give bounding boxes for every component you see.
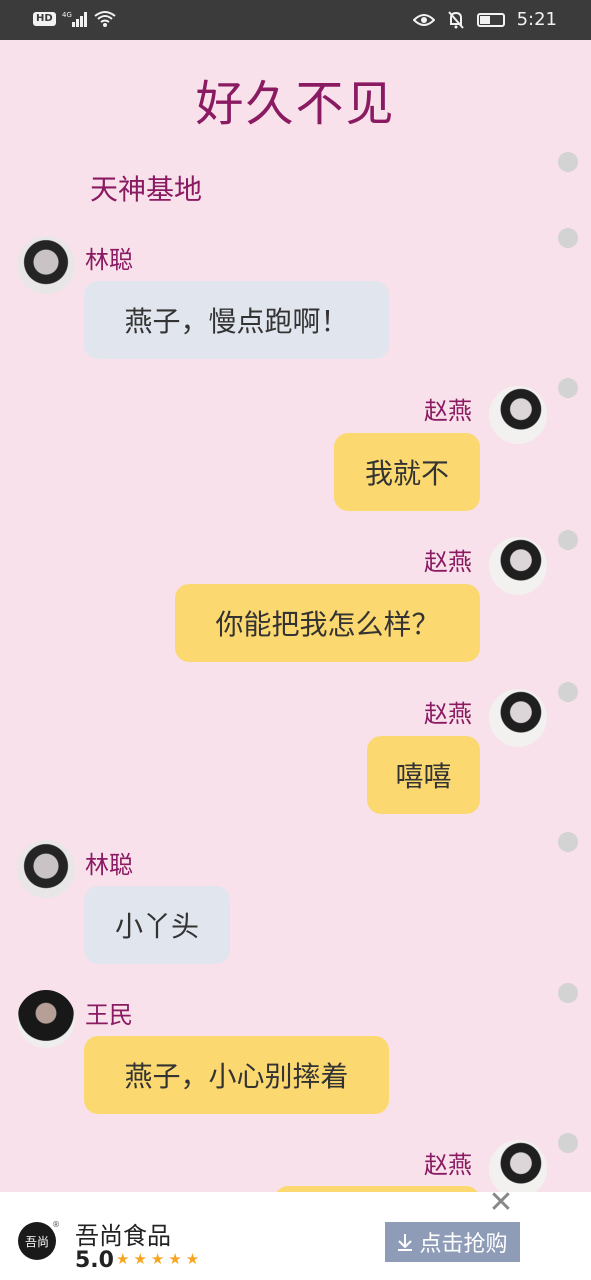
avatar-lincong[interactable]	[17, 236, 75, 294]
ad-button-label: 点击抢购	[419, 1232, 508, 1257]
message-bubble[interactable]: 嘻嘻	[367, 736, 480, 814]
message-bubble[interactable]: 燕子，慢点跑啊！	[84, 281, 389, 359]
hd-badge: HD	[33, 12, 56, 26]
avatar-zhaoyan[interactable]	[489, 386, 547, 444]
indicator-dot	[558, 530, 578, 550]
sender-name: 林聪	[85, 246, 133, 274]
message-bubble[interactable]: 燕子，小心别摔着	[84, 1036, 389, 1114]
bell-off-icon	[447, 10, 464, 29]
message-bubble[interactable]: 我就不	[334, 433, 480, 511]
battery-icon	[476, 12, 505, 27]
indicator-dot	[558, 832, 578, 852]
eye-icon	[412, 13, 435, 26]
ad-logo: 吾尚	[18, 1222, 56, 1260]
group-name: 天神基地	[90, 173, 203, 206]
message-bubble[interactable]: 小丫头	[84, 886, 230, 964]
sender-name: 王民	[85, 1001, 133, 1029]
sender-name: 赵燕	[424, 700, 472, 728]
registered-mark: ®	[52, 1220, 60, 1229]
sender-name: 赵燕	[424, 397, 472, 425]
download-arrow-icon	[398, 1234, 413, 1251]
indicator-dot	[558, 228, 578, 248]
avatar-lincong[interactable]	[17, 840, 75, 898]
status-bar: HD 4G 5:21	[0, 0, 591, 40]
ad-brand-name: 吾尚食品	[75, 1222, 171, 1250]
indicator-dot	[558, 378, 578, 398]
signal-icon: 4G	[62, 11, 87, 27]
star-rating-icon: ★★★★★	[116, 1250, 204, 1268]
indicator-dot	[558, 152, 578, 172]
ad-rating: 5.0	[75, 1248, 114, 1273]
close-icon[interactable]: ✕	[488, 1188, 514, 1218]
sender-name: 林聪	[85, 851, 133, 879]
avatar-zhaoyan[interactable]	[489, 537, 547, 595]
indicator-dot	[558, 983, 578, 1003]
message-bubble[interactable]: 你能把我怎么样？	[175, 584, 480, 662]
indicator-dot	[558, 682, 578, 702]
sender-name: 赵燕	[424, 548, 472, 576]
network-type-label: 4G	[62, 11, 72, 19]
page-title: 好久不见	[195, 76, 396, 132]
avatar-zhaoyan[interactable]	[489, 689, 547, 747]
sender-name: 赵燕	[424, 1151, 472, 1179]
ad-buy-button[interactable]: 点击抢购	[385, 1222, 520, 1262]
avatar-wangmin[interactable]	[17, 990, 75, 1048]
indicator-dot	[558, 1133, 578, 1153]
wifi-icon	[94, 11, 116, 27]
status-time: 5:21	[516, 9, 557, 30]
